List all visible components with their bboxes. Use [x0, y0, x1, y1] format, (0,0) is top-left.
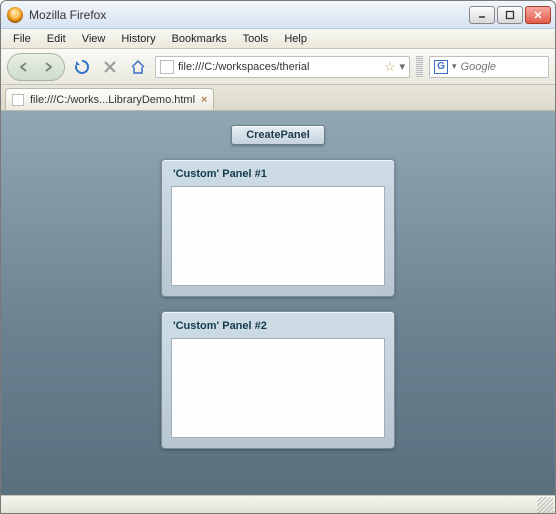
page-content: CreatePanel 'Custom' Panel #1 'Custom' P… [1, 111, 555, 495]
menu-bookmarks[interactable]: Bookmarks [164, 31, 235, 47]
custom-panel-1: 'Custom' Panel #1 [161, 159, 395, 297]
google-icon[interactable]: G [434, 60, 448, 74]
firefox-icon [7, 7, 23, 23]
page-icon [160, 60, 174, 74]
navigation-toolbar: ☆ ▾ G ▾ [1, 49, 555, 85]
close-button[interactable] [525, 6, 551, 24]
tab-active[interactable]: file:///C:/works...LibraryDemo.html × [5, 88, 214, 110]
search-engine-dropdown-icon[interactable]: ▾ [452, 61, 457, 72]
back-forward-group [7, 53, 65, 81]
menu-view[interactable]: View [74, 31, 114, 47]
custom-panel-2: 'Custom' Panel #2 [161, 311, 395, 449]
reload-button[interactable] [71, 56, 93, 78]
firefox-window: Mozilla Firefox File Edit View History B… [0, 0, 556, 514]
tab-strip: file:///C:/works...LibraryDemo.html × [1, 85, 555, 111]
menu-edit[interactable]: Edit [39, 31, 74, 47]
menu-history[interactable]: History [113, 31, 163, 47]
maximize-button[interactable] [497, 6, 523, 24]
create-panel-button[interactable]: CreatePanel [231, 125, 325, 145]
menubar: File Edit View History Bookmarks Tools H… [1, 29, 555, 49]
address-dropdown-icon[interactable]: ▾ [399, 60, 405, 73]
back-button[interactable] [12, 55, 36, 79]
titlebar[interactable]: Mozilla Firefox [1, 1, 555, 29]
tab-close-icon[interactable]: × [201, 94, 207, 106]
menu-tools[interactable]: Tools [235, 31, 277, 47]
resize-grip[interactable] [537, 497, 553, 513]
toolbar-splitter[interactable] [416, 56, 423, 78]
panel-body [171, 338, 385, 438]
panel-title: 'Custom' Panel #1 [171, 166, 385, 186]
status-bar [1, 495, 555, 513]
search-bar[interactable]: G ▾ [429, 56, 549, 78]
tab-label: file:///C:/works...LibraryDemo.html [30, 94, 195, 106]
address-input[interactable] [178, 61, 380, 73]
page-icon [12, 94, 24, 106]
bookmark-star-icon[interactable]: ☆ [384, 59, 396, 75]
stop-button[interactable] [99, 56, 121, 78]
menu-file[interactable]: File [5, 31, 39, 47]
address-bar[interactable]: ☆ ▾ [155, 56, 410, 78]
forward-button[interactable] [36, 55, 60, 79]
search-input[interactable] [461, 61, 544, 73]
home-button[interactable] [127, 56, 149, 78]
panel-title: 'Custom' Panel #2 [171, 318, 385, 338]
panel-body [171, 186, 385, 286]
window-title: Mozilla Firefox [29, 8, 469, 22]
menu-help[interactable]: Help [276, 31, 315, 47]
window-buttons [469, 6, 551, 24]
minimize-button[interactable] [469, 6, 495, 24]
